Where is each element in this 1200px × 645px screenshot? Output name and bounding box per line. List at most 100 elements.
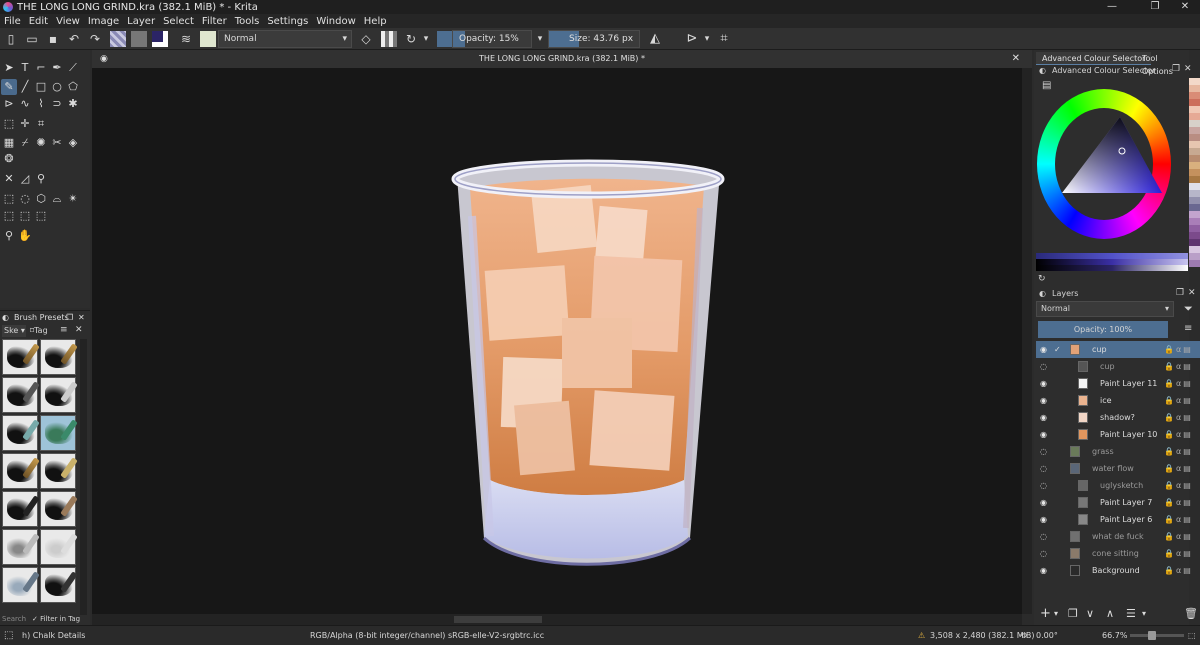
layer-row[interactable]: ◉ ✓ cup 🔒α▤ [1036, 341, 1200, 358]
visibility-eye-icon[interactable]: ◌ [1040, 447, 1050, 456]
visibility-eye-icon[interactable]: ◌ [1040, 481, 1050, 490]
menu-window[interactable]: Window [312, 16, 359, 27]
freehand-brush-icon[interactable]: ✎ [1, 79, 17, 95]
magnetic-select-icon[interactable]: ⬚ [33, 208, 49, 224]
palette-swatch[interactable] [1189, 127, 1200, 134]
layer-lock-alpha-icons[interactable]: 🔒α▤ [1164, 545, 1193, 562]
visibility-eye-icon[interactable]: ◌ [1040, 532, 1050, 541]
layer-lock-alpha-icons[interactable]: 🔒α▤ [1164, 426, 1193, 443]
crop-tool-icon[interactable]: ⌗ [33, 116, 49, 132]
chevron-down-icon[interactable]: ▾ [421, 31, 431, 47]
layer-lock-alpha-icons[interactable]: 🔒α▤ [1164, 528, 1193, 545]
brush-preset[interactable] [2, 529, 40, 565]
checkmark-icon[interactable]: ✓ [1054, 341, 1061, 358]
visibility-eye-icon[interactable]: ◉ [1040, 515, 1050, 524]
polygon-tool-icon[interactable]: ⬠ [65, 79, 81, 95]
brush-preset[interactable] [40, 453, 78, 489]
similar-select-icon[interactable]: ⬚ [1, 208, 17, 224]
canvas-horizontal-scrollbar[interactable] [92, 614, 1022, 625]
list-view-icon[interactable]: ≡ [60, 325, 68, 335]
maximize-button[interactable]: ❐ [1140, 0, 1170, 14]
visibility-eye-icon[interactable]: ◉ [1040, 396, 1050, 405]
menu-tools[interactable]: Tools [231, 16, 264, 27]
document-tab[interactable]: ◉ THE LONG LONG GRIND.kra (382.1 MiB) * … [92, 50, 1032, 68]
polyline-tool-icon[interactable]: ⊳ [1, 96, 17, 112]
palette-swatch[interactable] [1189, 162, 1200, 169]
saturation-value-triangle[interactable] [1060, 115, 1164, 215]
scrollbar-thumb[interactable] [454, 616, 542, 623]
layer-blend-mode-select[interactable]: Normal ▾ [1036, 301, 1174, 317]
chevron-down-icon[interactable]: ▾ [1054, 604, 1058, 624]
menu-file[interactable]: File [0, 16, 25, 27]
palette-swatch[interactable] [1189, 204, 1200, 211]
undo-icon[interactable]: ↶ [66, 31, 82, 47]
wrap-around-icon[interactable]: ⌗ [716, 31, 732, 47]
layer-lock-alpha-icons[interactable]: 🔒α▤ [1164, 443, 1193, 460]
palette-swatch[interactable] [1189, 106, 1200, 113]
reference-images-icon[interactable]: ⚲ [33, 171, 49, 187]
polygon-select-icon[interactable]: ⬡ [33, 191, 49, 207]
new-document-icon[interactable]: ▯ [3, 31, 19, 47]
brush-settings-icon[interactable]: ≋ [178, 31, 194, 47]
brush-preset[interactable] [40, 377, 78, 413]
zoom-slider[interactable] [1130, 631, 1184, 640]
chevron-down-icon[interactable]: ▾ [1142, 604, 1146, 624]
add-layer-icon[interactable]: + [1040, 604, 1051, 624]
palette-swatch[interactable] [1189, 99, 1200, 106]
layer-row[interactable]: ◉ Paint Layer 6 🔒α▤ [1036, 511, 1200, 528]
select-shapes-icon[interactable]: ➤ [1, 60, 17, 76]
measure-tool-icon[interactable]: ◿ [17, 171, 33, 187]
layer-lock-alpha-icons[interactable]: 🔒α▤ [1164, 375, 1193, 392]
open-document-icon[interactable]: ▭ [24, 31, 40, 47]
fill-tool-icon[interactable]: ◈ [65, 135, 81, 151]
filter-in-tag-checkbox[interactable]: ✓ Filter in Tag [32, 613, 90, 625]
layer-row[interactable]: ◉ shadow? 🔒α▤ [1036, 409, 1200, 426]
brush-preset[interactable] [2, 339, 40, 375]
layer-row[interactable]: ◌ grass 🔒α▤ [1036, 443, 1200, 460]
visibility-eye-icon[interactable]: ◌ [1040, 549, 1050, 558]
layer-lock-alpha-icons[interactable]: 🔒α▤ [1164, 511, 1193, 528]
tab-tool-options[interactable]: Tool Options [1136, 52, 1189, 76]
smart-patch-icon[interactable]: ✺ [33, 135, 49, 151]
menu-help[interactable]: Help [360, 16, 391, 27]
menu-view[interactable]: View [52, 16, 84, 27]
layer-lock-alpha-icons[interactable]: 🔒α▤ [1164, 494, 1193, 511]
menu-layer[interactable]: Layer [123, 16, 159, 27]
tab-advanced-colour-selector[interactable]: Advanced Colour Selector [1036, 52, 1152, 65]
gradient-selector-icon[interactable] [110, 31, 126, 47]
duplicate-layer-icon[interactable]: ❐ [1068, 604, 1078, 624]
calligraphy-icon[interactable]: ✒ [49, 60, 65, 76]
preserve-alpha-icon[interactable] [381, 31, 397, 47]
tag-button[interactable]: ⌑Tag [30, 325, 56, 337]
rotation-icon[interactable]: ⟲ [1020, 626, 1027, 645]
brush-preset[interactable] [40, 339, 78, 375]
layer-lock-alpha-icons[interactable]: 🔒α▤ [1164, 409, 1193, 426]
layer-lock-alpha-icons[interactable]: 🔒α▤ [1164, 562, 1193, 579]
chevron-down-icon[interactable]: ▾ [535, 31, 545, 47]
float-docker-icon[interactable]: ❐ [1172, 64, 1180, 74]
layer-row[interactable]: ◌ cup 🔒α▤ [1036, 358, 1200, 375]
brush-preset[interactable] [40, 567, 78, 603]
palette-swatch[interactable] [1189, 197, 1200, 204]
ellipse-tool-icon[interactable]: ○ [49, 79, 65, 95]
minimize-button[interactable]: — [1097, 0, 1127, 14]
palette-swatch[interactable] [1189, 232, 1200, 239]
size-slider[interactable]: Size: 43.76 px [548, 30, 640, 48]
rotation-value[interactable]: 0.00° [1036, 626, 1058, 645]
tag-select[interactable]: Ske ▾ [2, 325, 26, 337]
gradient-tool-icon[interactable]: ▦ [1, 135, 17, 151]
palette-swatch[interactable] [1189, 218, 1200, 225]
refresh-icon[interactable]: ↻ [1038, 274, 1046, 284]
close-icon[interactable]: ✕ [75, 325, 83, 335]
layer-options-icon[interactable]: ≡ [1184, 323, 1192, 334]
text-tool-icon[interactable]: T [17, 60, 33, 76]
visibility-eye-icon[interactable]: ◉ [1040, 566, 1050, 575]
layer-row[interactable]: ◌ water flow 🔒α▤ [1036, 460, 1200, 477]
palette-swatch[interactable] [1189, 211, 1200, 218]
brush-preset[interactable] [40, 491, 78, 527]
mirror-vertical-icon[interactable]: ⊳ [684, 31, 700, 47]
palette-swatch[interactable] [1189, 85, 1200, 92]
brush-preset[interactable] [2, 453, 40, 489]
palette-swatch[interactable] [1189, 92, 1200, 99]
move-layer-up-icon[interactable]: ∧ [1106, 604, 1114, 624]
